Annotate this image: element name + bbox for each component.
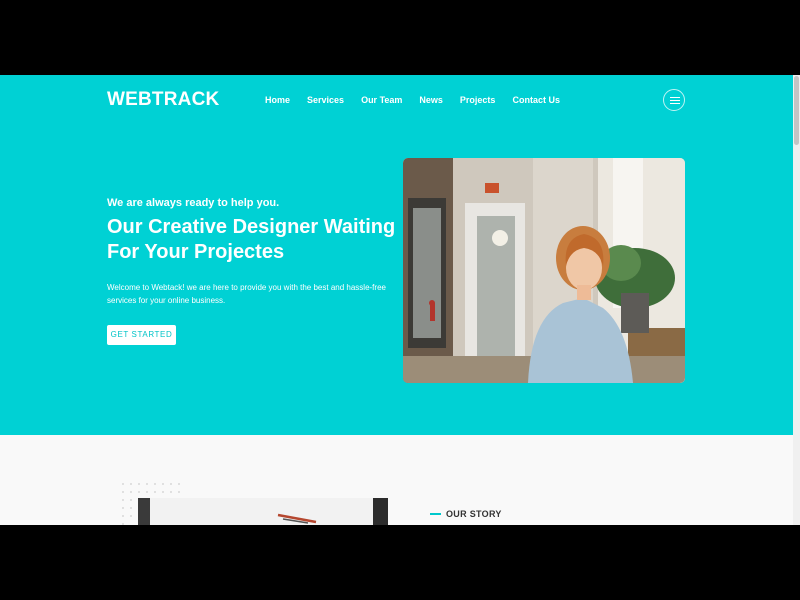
accent-line [430, 513, 441, 515]
main-nav: Home Services Our Team News Projects Con… [265, 95, 577, 106]
nav-news[interactable]: News [419, 95, 443, 106]
story-photo [138, 498, 388, 525]
hero-photo [403, 158, 685, 383]
nav-contact-us[interactable]: Contact Us [512, 95, 560, 106]
nav-our-team[interactable]: Our Team [361, 95, 402, 106]
our-story-label: OUR STORY [430, 509, 502, 519]
hero-tagline: We are always ready to help you. [107, 197, 280, 209]
hero-description: Welcome to Webtack! we are here to provi… [107, 283, 386, 305]
page-scrollbar[interactable] [793, 75, 800, 525]
nav-services[interactable]: Services [307, 95, 344, 106]
nav-home[interactable]: Home [265, 95, 290, 106]
brand-logo[interactable]: WEBTRACK [107, 89, 219, 111]
hamburger-menu-icon[interactable] [663, 89, 685, 111]
our-story-text: OUR STORY [446, 509, 502, 519]
browser-viewport: WEBTRACK Home Services Our Team News Pro… [0, 75, 800, 525]
nav-projects[interactable]: Projects [460, 95, 496, 106]
hero-headline: Our Creative Designer Waiting For Your P… [107, 216, 396, 263]
get-started-button[interactable]: GET STARTED [107, 325, 176, 345]
hero-section: WEBTRACK Home Services Our Team News Pro… [0, 75, 793, 435]
scrollbar-thumb[interactable] [794, 76, 799, 145]
